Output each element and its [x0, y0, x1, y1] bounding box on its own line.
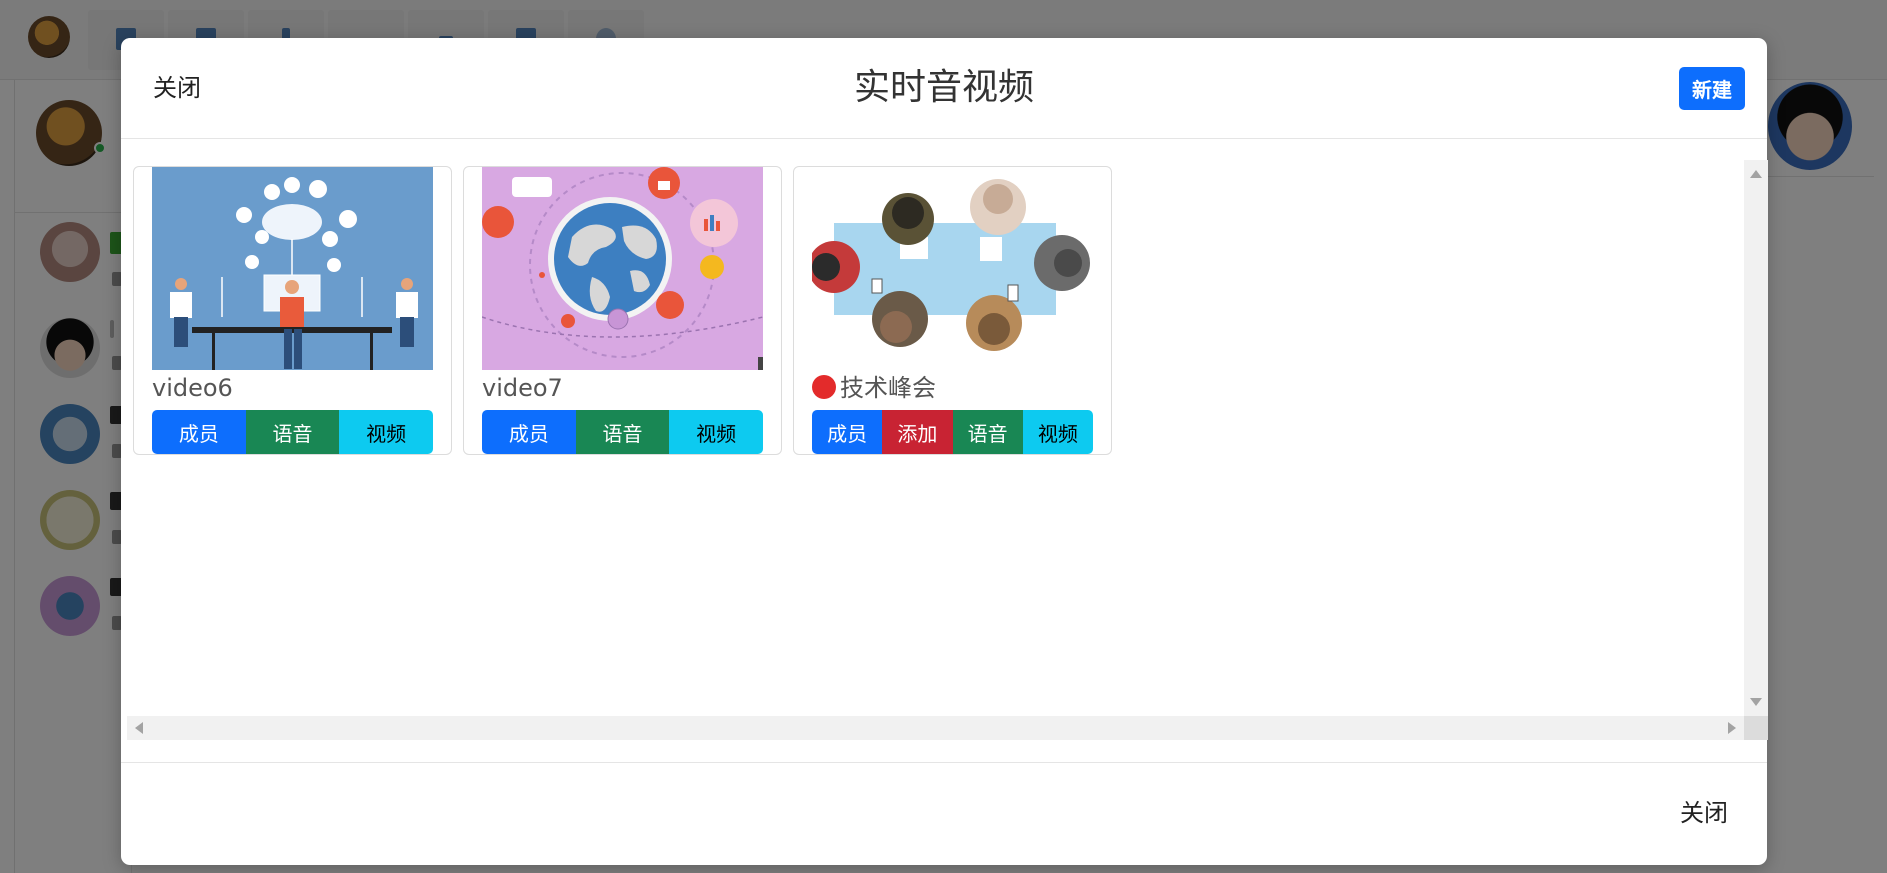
room-card-video7: video7 成员 语音 视频 — [463, 166, 782, 455]
room-name-text: 技术峰会 — [840, 374, 936, 402]
header-close-button[interactable]: 关闭 — [153, 68, 201, 108]
voice-button[interactable]: 语音 — [575, 410, 670, 454]
room-list: video6 成员 语音 视频 video7 成员 语音 视频 技术峰会 成员 … — [127, 160, 1742, 716]
room-thumbnail — [482, 167, 763, 370]
room-action-buttons: 成员 添加 语音 视频 — [812, 410, 1093, 454]
room-action-buttons: 成员 语音 视频 — [482, 410, 763, 454]
room-thumbnail — [152, 167, 433, 370]
add-button[interactable]: 添加 — [882, 410, 953, 454]
room-thumbnail — [812, 167, 1093, 370]
scrollbar-corner — [1744, 716, 1768, 740]
modal-body: video6 成员 语音 视频 video7 成员 语音 视频 技术峰会 成员 … — [127, 160, 1768, 740]
scroll-right-arrow-icon[interactable] — [1728, 722, 1736, 734]
vertical-scrollbar[interactable] — [1744, 160, 1768, 716]
room-card-video6: video6 成员 语音 视频 — [133, 166, 452, 455]
scroll-left-arrow-icon[interactable] — [135, 722, 143, 734]
members-button[interactable]: 成员 — [482, 410, 576, 454]
room-name: video7 — [482, 374, 563, 402]
voice-button[interactable]: 语音 — [952, 410, 1023, 454]
members-button[interactable]: 成员 — [152, 410, 246, 454]
room-action-buttons: 成员 语音 视频 — [152, 410, 433, 454]
scroll-down-arrow-icon[interactable] — [1750, 698, 1762, 706]
modal-footer: 关闭 — [121, 762, 1767, 865]
room-card-tech-summit: 技术峰会 成员 添加 语音 视频 — [793, 166, 1112, 455]
members-button[interactable]: 成员 — [812, 410, 883, 454]
video-button[interactable]: 视频 — [669, 410, 763, 454]
scroll-up-arrow-icon[interactable] — [1750, 170, 1762, 178]
modal-header: 关闭 实时音视频 新建 — [121, 38, 1767, 139]
room-name: video6 — [152, 374, 233, 402]
modal-title: 实时音视频 — [853, 67, 1034, 108]
horizontal-scrollbar[interactable] — [127, 716, 1744, 740]
video-button[interactable]: 视频 — [339, 410, 433, 454]
new-room-button[interactable]: 新建 — [1679, 67, 1745, 110]
live-indicator-icon — [812, 375, 836, 399]
realtime-av-modal: 关闭 实时音视频 新建 video6 成员 语音 视频 video7 成员 语音… — [121, 38, 1768, 865]
room-name: 技术峰会 — [812, 373, 936, 403]
footer-close-button[interactable]: 关闭 — [1680, 793, 1728, 833]
video-button[interactable]: 视频 — [1022, 410, 1093, 454]
voice-button[interactable]: 语音 — [245, 410, 340, 454]
